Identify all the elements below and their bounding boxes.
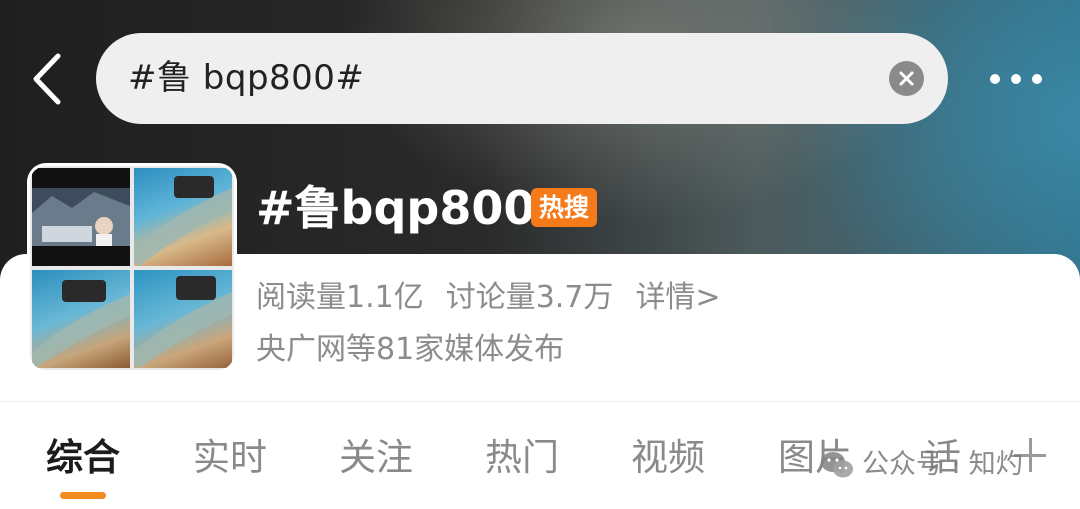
divider xyxy=(0,401,1080,402)
tab-realtime[interactable]: 实时 xyxy=(193,428,267,488)
back-button[interactable] xyxy=(26,52,70,106)
cover-tile xyxy=(134,270,232,368)
cover-tile xyxy=(32,168,130,266)
chevron-left-icon xyxy=(33,53,61,105)
watermark-text: 公众号 · 知灼 xyxy=(862,449,1023,480)
cover-tile xyxy=(32,270,130,368)
read-count: 阅读量1.1亿 xyxy=(256,280,424,315)
clear-search-button[interactable] xyxy=(889,61,924,96)
hot-search-badge: 热搜 xyxy=(531,188,597,227)
topic-stats: 阅读量1.1亿 讨论量3.7万 详情> xyxy=(256,278,721,318)
tab-video[interactable]: 视频 xyxy=(631,428,705,488)
search-bar[interactable]: #鲁 bqp800# xyxy=(96,33,948,124)
media-sources: 央广网等81家媒体发布 xyxy=(256,332,565,367)
discussion-count: 讨论量3.7万 xyxy=(445,280,614,315)
clear-icon xyxy=(899,71,914,86)
topic-cover-image[interactable] xyxy=(30,166,234,370)
watermark: 公众号 · 知灼 xyxy=(820,446,1023,484)
tab-following[interactable]: 关注 xyxy=(339,428,413,488)
tab-hot[interactable]: 热门 xyxy=(485,428,559,488)
cover-tile xyxy=(134,168,232,266)
topic-title: #鲁bqp800# xyxy=(256,181,574,235)
tab-comprehensive[interactable]: 综合 xyxy=(46,428,120,488)
wechat-icon xyxy=(821,452,853,478)
detail-link[interactable]: 详情> xyxy=(635,280,720,315)
active-tab-indicator xyxy=(60,492,106,499)
more-options-button[interactable] xyxy=(984,62,1048,96)
search-input[interactable]: #鲁 bqp800# xyxy=(128,33,364,124)
